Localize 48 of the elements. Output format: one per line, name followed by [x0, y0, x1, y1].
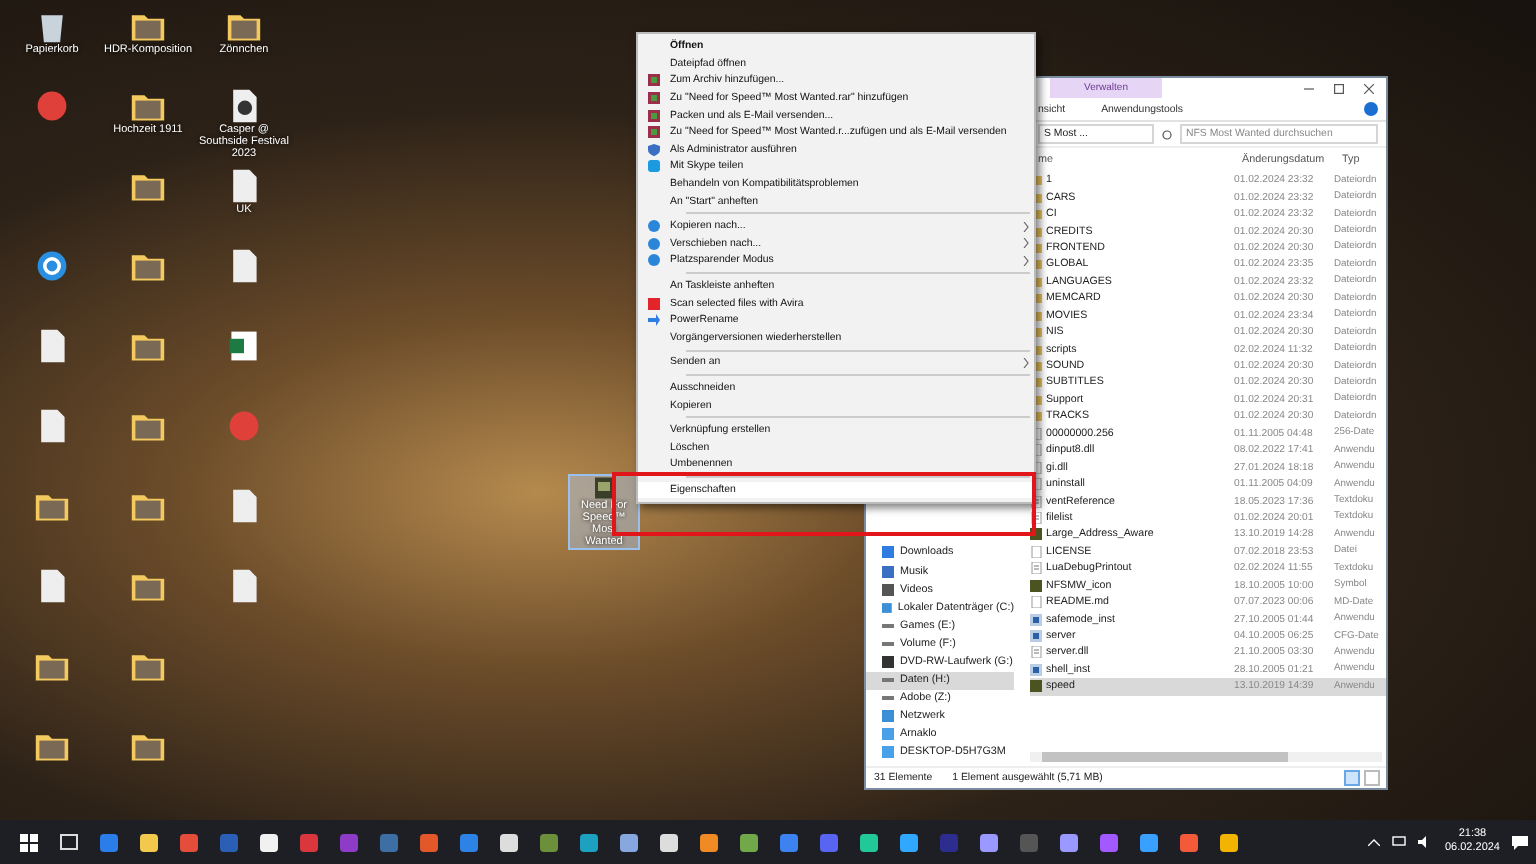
refresh-icon[interactable] — [1162, 129, 1172, 139]
maximize-icon[interactable] — [1334, 83, 1344, 93]
taskbar-app-icon[interactable] — [619, 833, 637, 851]
taskbar-app-icon[interactable] — [139, 833, 157, 851]
notification-icon[interactable] — [1512, 835, 1528, 849]
taskbar-app-icon[interactable] — [499, 833, 517, 851]
network-icon[interactable] — [1392, 836, 1407, 848]
taskbar-app-icon[interactable] — [859, 833, 877, 851]
document-icon — [1030, 545, 1042, 558]
app-icon — [1030, 579, 1042, 592]
windows-logo-icon[interactable] — [19, 833, 37, 851]
text-file-icon — [1030, 562, 1042, 575]
document-icon — [1030, 596, 1042, 609]
taskbar-app-icon[interactable] — [899, 833, 917, 851]
app-icon — [226, 408, 262, 444]
film-icon — [882, 583, 894, 596]
close-icon[interactable] — [1364, 83, 1374, 93]
taskbar-app-icon[interactable] — [1219, 833, 1237, 851]
taskbar-app-icon[interactable] — [1139, 833, 1157, 851]
task-view-icon[interactable] — [59, 834, 77, 850]
app-icon — [34, 88, 70, 124]
taskbar-app-icon[interactable] — [259, 833, 277, 851]
taskbar-app-icon[interactable] — [979, 833, 997, 851]
disc-drive-icon — [882, 655, 894, 668]
rename-icon — [647, 314, 659, 327]
circle-icon — [647, 220, 659, 233]
text-file-icon — [1030, 511, 1042, 524]
download-icon — [882, 546, 894, 559]
circle-icon — [647, 237, 659, 250]
app-icon — [1030, 680, 1042, 693]
minimize-icon[interactable] — [1304, 83, 1314, 93]
taskbar-app-icon[interactable] — [739, 833, 757, 851]
sync-icon — [34, 248, 70, 284]
music-icon — [882, 565, 894, 578]
chevron-up-icon[interactable] — [1368, 838, 1381, 846]
network-icon — [882, 710, 894, 723]
taskbar-app-icon[interactable] — [1059, 833, 1077, 851]
circle-icon — [647, 254, 659, 267]
shield-icon — [647, 143, 659, 156]
chevron-right-icon — [1022, 357, 1030, 368]
taskbar-app-icon[interactable] — [699, 833, 717, 851]
horizontal-scrollbar[interactable] — [1030, 752, 1382, 762]
taskbar-app-icon[interactable] — [659, 833, 677, 851]
spreadsheet-icon — [226, 328, 262, 364]
text-file-icon — [1030, 646, 1042, 659]
help-icon[interactable] — [1364, 102, 1378, 116]
setup-icon — [1030, 663, 1042, 676]
scrollbar-thumb[interactable] — [1042, 752, 1289, 762]
